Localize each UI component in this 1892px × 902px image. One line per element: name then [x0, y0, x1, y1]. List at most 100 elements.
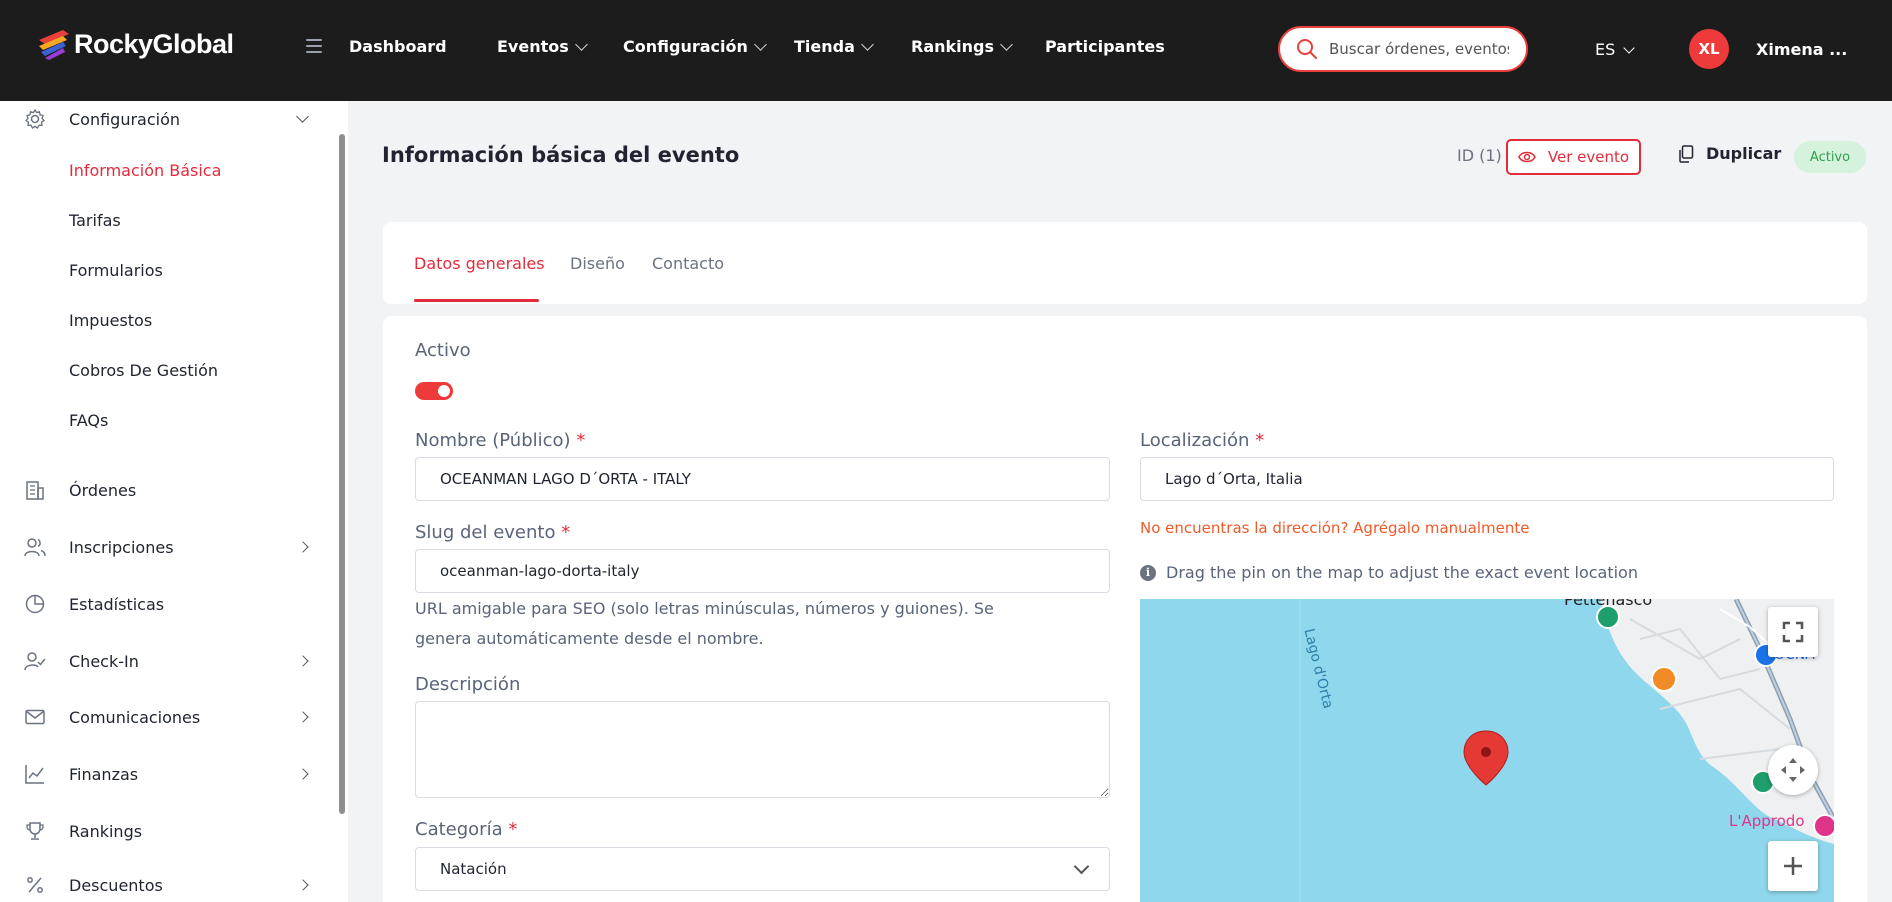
- search-input[interactable]: [1329, 40, 1509, 58]
- brand-name: RockyGlobal: [74, 28, 234, 59]
- nav-label: Configuración: [623, 37, 748, 56]
- view-event-button[interactable]: Ver evento: [1506, 139, 1641, 175]
- sidebar-item-label: Comunicaciones: [69, 707, 201, 727]
- avatar-initials: XL: [1698, 40, 1720, 58]
- description-textarea[interactable]: [415, 701, 1110, 798]
- global-search[interactable]: [1278, 26, 1528, 72]
- chevron-down-icon: [574, 38, 588, 51]
- sidebar-item-label: Rankings: [69, 821, 143, 841]
- map-zoom-in-button[interactable]: [1768, 841, 1818, 891]
- brand-logo[interactable]: RockyGlobal: [37, 28, 234, 60]
- sidebar-subitem-informacion-basica[interactable]: Información Básica: [69, 161, 221, 180]
- category-select[interactable]: Natación: [415, 847, 1110, 891]
- sidebar-item-label: Finanzas: [69, 764, 139, 784]
- location-map[interactable]: Lago d'Orta Pettenasco OCNA L'Approdo: [1140, 599, 1834, 902]
- sidebar-subitem-impuestos[interactable]: Impuestos: [69, 311, 152, 330]
- location-label-text: Localización: [1140, 430, 1250, 451]
- required-mark: *: [576, 430, 586, 451]
- category-label: Categoría *: [415, 819, 517, 840]
- slug-label: Slug del evento *: [415, 522, 570, 543]
- map-tiles: [1140, 599, 1834, 902]
- sidebar-item-finanzas[interactable]: Finanzas: [0, 756, 330, 792]
- sidebar-item-estadisticas[interactable]: Estadísticas: [0, 586, 330, 622]
- sidebar-item-comunicaciones[interactable]: Comunicaciones: [0, 699, 330, 735]
- line-chart-icon: [25, 765, 44, 784]
- chevron-right-icon: [297, 541, 309, 553]
- percent-icon: [27, 877, 43, 893]
- sidebar-item-descuentos[interactable]: Descuentos: [0, 867, 330, 902]
- sidebar-subitem-faqs[interactable]: FAQs: [69, 411, 108, 430]
- event-slug-input[interactable]: [415, 549, 1110, 593]
- map-town-label: Pettenasco: [1564, 599, 1653, 609]
- plus-icon: [1784, 857, 1802, 875]
- sidebar-subitem-formularios[interactable]: Formularios: [69, 261, 163, 280]
- sidebar-item-label: Descuentos: [69, 875, 163, 895]
- tab-contacto[interactable]: Contacto: [652, 254, 724, 273]
- name-label-text: Nombre (Público): [415, 430, 571, 451]
- menu-toggle-icon[interactable]: [306, 39, 322, 53]
- nav-tienda[interactable]: Tienda: [794, 37, 874, 56]
- sidebar-item-label: Inscripciones: [69, 537, 174, 557]
- trophy-icon: [26, 822, 44, 840]
- location-input[interactable]: [1140, 457, 1834, 501]
- event-name-input[interactable]: [415, 457, 1110, 501]
- chevron-right-icon: [297, 711, 309, 723]
- gear-icon: [25, 108, 45, 129]
- chevron-right-icon: [297, 655, 309, 667]
- user-check-icon: [24, 652, 46, 671]
- nav-eventos[interactable]: Eventos: [497, 37, 588, 56]
- sidebar-item-ordenes[interactable]: Órdenes: [0, 472, 330, 508]
- form-card: Activo Nombre (Público) * Slug del event…: [383, 316, 1867, 902]
- nav-label: Tienda: [794, 37, 855, 56]
- slug-help-text: URL amigable para SEO (solo letras minús…: [415, 599, 994, 648]
- nav-label: Rankings: [911, 37, 994, 56]
- chevron-down-icon: [1623, 41, 1635, 54]
- tab-diseno[interactable]: Diseño: [570, 254, 625, 273]
- tab-datos-generales[interactable]: Datos generales: [414, 254, 545, 273]
- event-id: ID (1): [1457, 146, 1502, 165]
- eye-icon: [1518, 151, 1536, 163]
- nav-label: Dashboard: [349, 37, 447, 56]
- pin-hint-text: Drag the pin on the map to adjust the ex…: [1166, 563, 1638, 582]
- map-fullscreen-button[interactable]: [1768, 607, 1818, 657]
- sidebar-item-label: Configuración: [69, 109, 181, 129]
- duplicate-button[interactable]: Duplicar: [1678, 144, 1781, 163]
- brand-logo-icon: [39, 30, 69, 60]
- nav-dashboard[interactable]: Dashboard: [349, 37, 447, 56]
- duplicate-label: Duplicar: [1706, 144, 1782, 163]
- slug-label-text: Slug del evento: [415, 522, 556, 543]
- sidebar: Configuración Información Básica Tarifas…: [0, 101, 348, 902]
- avatar[interactable]: XL: [1689, 29, 1729, 69]
- sidebar-item-inscripciones[interactable]: Inscripciones: [0, 529, 330, 565]
- sidebar-item-configuracion[interactable]: Configuración: [0, 101, 330, 137]
- sidebar-subitem-cobros[interactable]: Cobros De Gestión: [69, 361, 218, 380]
- sidebar-subitem-tarifas[interactable]: Tarifas: [69, 211, 121, 230]
- page-title: Información básica del evento: [382, 143, 740, 167]
- mail-icon: [25, 709, 45, 725]
- map-pan-control[interactable]: [1768, 745, 1818, 795]
- description-label: Descripción: [415, 674, 521, 695]
- language-selector[interactable]: ES: [1595, 40, 1635, 59]
- building-icon: [26, 481, 44, 500]
- active-tab-indicator: [414, 299, 539, 302]
- nav-label: Eventos: [497, 37, 569, 56]
- user-name[interactable]: Ximena ...: [1756, 40, 1847, 59]
- status-badge: Activo: [1794, 141, 1866, 173]
- sidebar-item-checkin[interactable]: Check-In: [0, 643, 330, 679]
- nav-rankings[interactable]: Rankings: [911, 37, 1013, 56]
- nav-participantes[interactable]: Participantes: [1045, 37, 1165, 56]
- chevron-down-icon: [1073, 858, 1090, 875]
- nav-configuracion[interactable]: Configuración: [623, 37, 767, 56]
- sidebar-item-label: Órdenes: [69, 480, 137, 500]
- copy-icon: [1679, 144, 1694, 163]
- sidebar-item-rankings[interactable]: Rankings: [0, 813, 330, 849]
- sidebar-scrollbar[interactable]: [339, 134, 345, 814]
- manual-address-link[interactable]: No encuentras la dirección? Agrégalo man…: [1140, 519, 1529, 537]
- active-toggle[interactable]: [415, 382, 453, 400]
- view-event-label: Ver evento: [1547, 148, 1630, 166]
- search-icon: [1297, 39, 1317, 59]
- chevron-right-icon: [297, 879, 309, 891]
- chevron-down-icon: [296, 110, 309, 123]
- sidebar-item-label: Estadísticas: [69, 594, 165, 614]
- users-icon: [24, 538, 46, 557]
